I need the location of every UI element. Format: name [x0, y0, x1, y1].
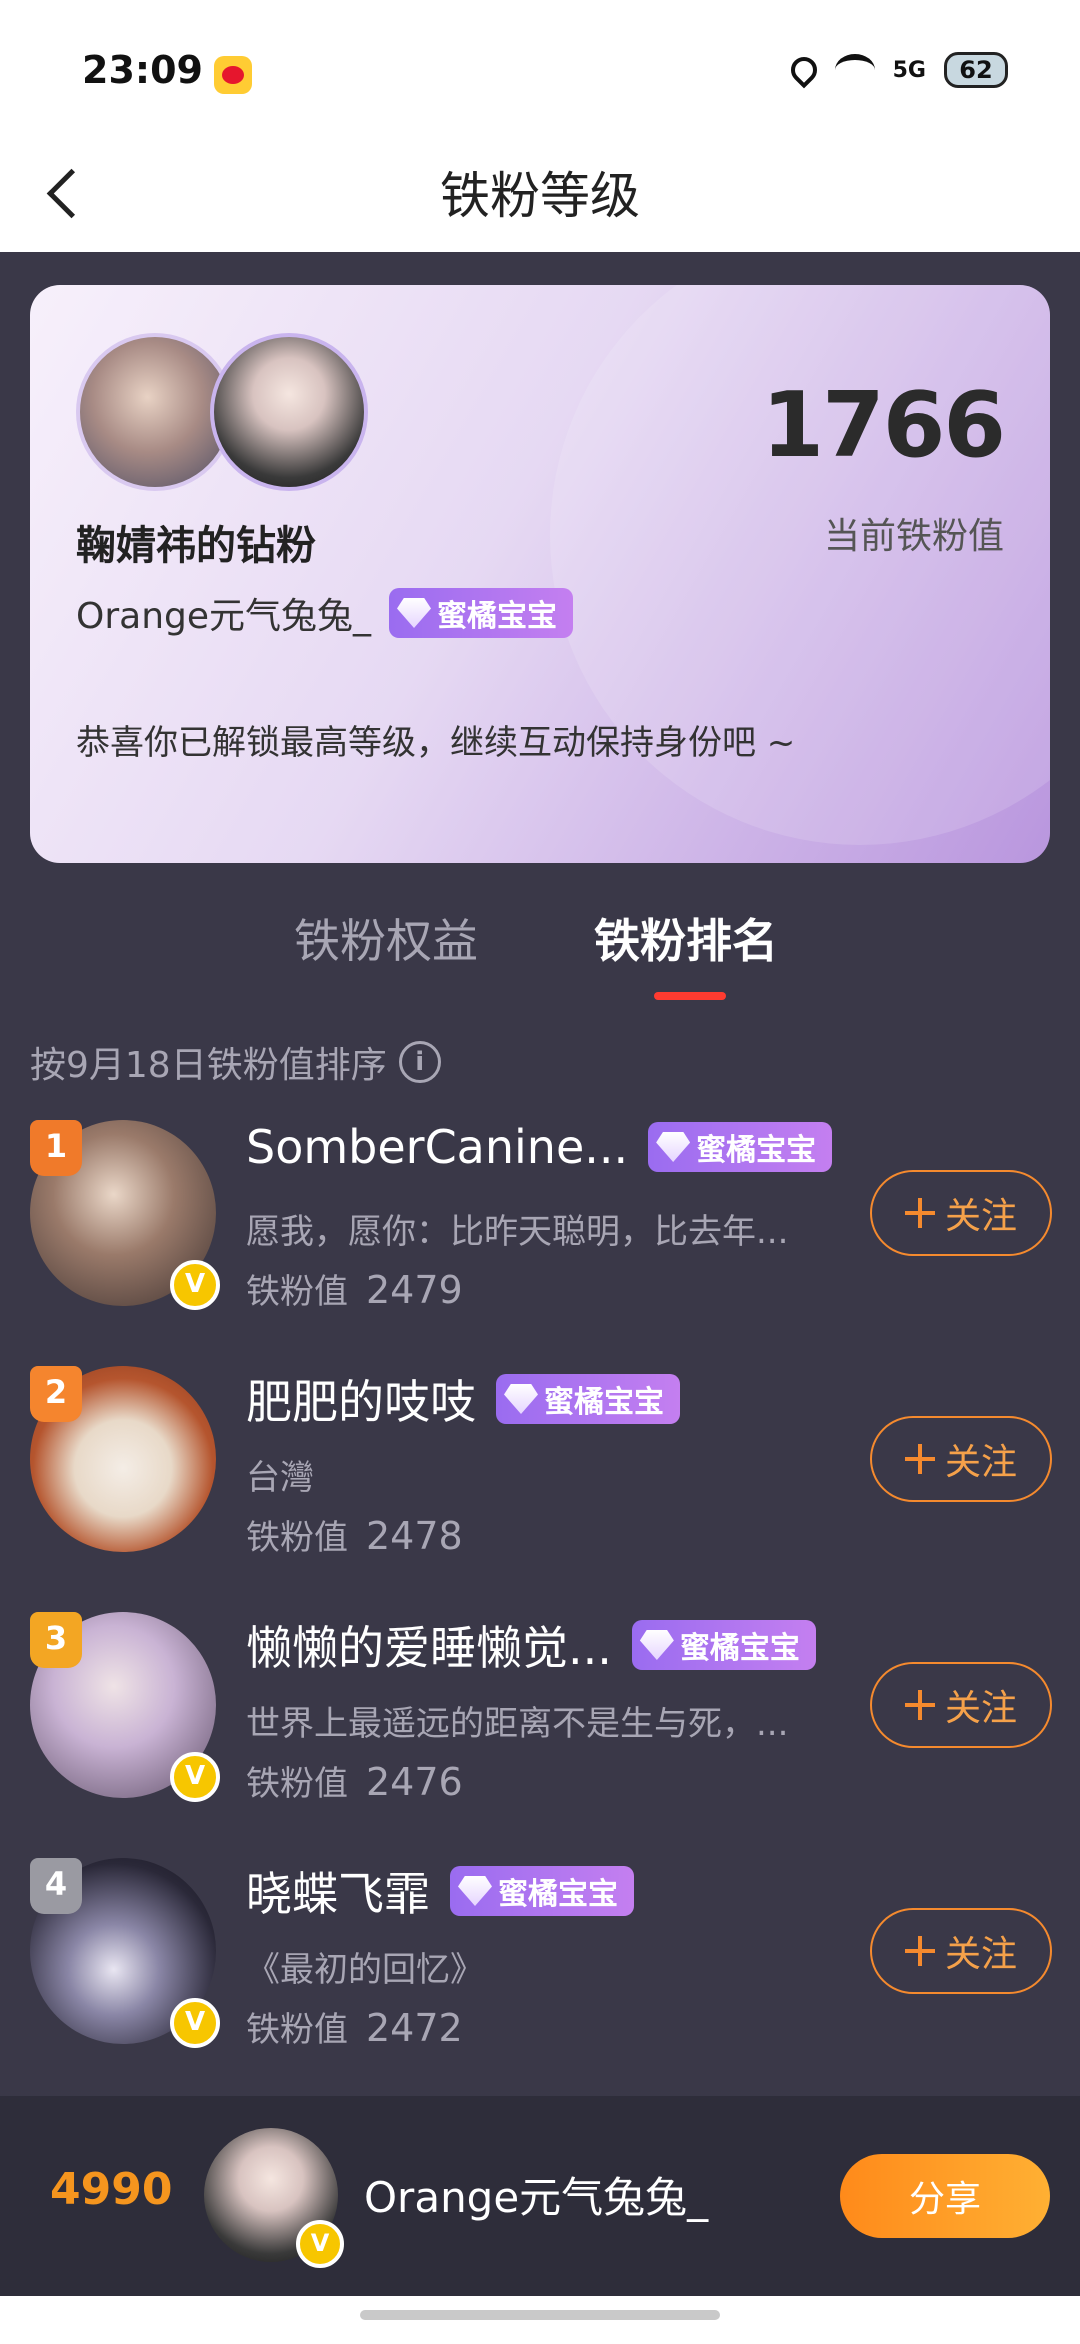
- location-icon: [785, 51, 823, 89]
- diamond-icon: [504, 1384, 538, 1414]
- fan-group-badge: 蜜橘宝宝: [631, 1620, 816, 1670]
- ranking-score-value: 2479: [366, 1268, 463, 1312]
- ranking-name-row: 晓蝶飞霏 蜜橘宝宝: [246, 1858, 634, 1924]
- diamond-icon: [397, 598, 432, 628]
- follow-button[interactable]: 关注: [870, 1662, 1052, 1748]
- verified-v-icon: V: [170, 1998, 220, 2048]
- ranking-name-row: SomberCanine... 蜜橘宝宝: [246, 1120, 833, 1174]
- fan-level-title: 鞠婧祎的钻粉: [76, 523, 316, 569]
- ranking-item[interactable]: 1 V SomberCanine... 蜜橘宝宝 愿我，愿你：比昨天聪明，比去年…: [0, 1120, 1080, 1350]
- weibo-notification-icon: [214, 56, 252, 94]
- fan-group-badge: 蜜橘宝宝: [496, 1374, 680, 1424]
- ranking-bio: 世界上最遥远的距离不是生与死，...: [246, 1704, 789, 1744]
- verified-v-icon: V: [170, 1752, 220, 1802]
- ranking-score-row: 铁粉值 2476: [246, 1756, 463, 1805]
- follow-button[interactable]: 关注: [870, 1908, 1052, 1994]
- fan-score-label: 当前铁粉值: [823, 516, 1004, 557]
- ranking-bio: 台灣: [246, 1458, 314, 1498]
- ranking-score-row: 铁粉值 2472: [246, 2002, 463, 2051]
- share-button[interactable]: 分享: [840, 2154, 1050, 2238]
- sort-text: 按9月18日铁粉值排序: [30, 1045, 387, 1086]
- my-rank-bar: 4990 V Orange元气兔兔_ 分享: [0, 2096, 1080, 2296]
- status-bar: 23:09 5G 62: [0, 0, 1080, 140]
- battery-icon: 62: [944, 52, 1008, 88]
- fan-group-badge-label: 蜜橘宝宝: [498, 1877, 618, 1912]
- sort-description: 按9月18日铁粉值排序 i: [30, 1036, 441, 1088]
- fan-group-badge: 蜜橘宝宝: [450, 1866, 634, 1916]
- follow-button[interactable]: 关注: [870, 1170, 1052, 1256]
- ranking-username[interactable]: 晓蝶飞霏: [246, 1858, 430, 1924]
- rank-medal-icon: 4: [30, 1858, 82, 1914]
- follow-button-label: 关注: [944, 1688, 1017, 1729]
- tab-fan-ranking[interactable]: 铁粉排名: [594, 905, 778, 971]
- verified-v-icon: V: [170, 1260, 220, 1310]
- info-icon[interactable]: i: [398, 1041, 441, 1083]
- follow-button[interactable]: 关注: [870, 1416, 1052, 1502]
- follow-button-label: 关注: [944, 1442, 1017, 1483]
- ranking-score-label: 铁粉值: [246, 1272, 348, 1312]
- ranking-item[interactable]: 3 V 懒懒的爱睡懒觉... 蜜橘宝宝 世界上最遥远的距离不是生与死，... 铁…: [0, 1612, 1080, 1842]
- ranking-score-label: 铁粉值: [246, 1518, 348, 1558]
- fan-group-badge-label: 蜜橘宝宝: [696, 1133, 817, 1168]
- fan-group-badge-label: 蜜橘宝宝: [679, 1631, 800, 1666]
- my-username: Orange元气兔兔_: [364, 2173, 709, 2222]
- diamond-icon: [458, 1876, 492, 1906]
- follow-button-label: 关注: [944, 1196, 1017, 1237]
- wifi-icon: [834, 54, 875, 86]
- ranking-name-row: 肥肥的吱吱 蜜橘宝宝: [246, 1366, 680, 1432]
- verified-v-icon: V: [296, 2220, 344, 2268]
- follow-button-label: 关注: [944, 1934, 1017, 1975]
- tab-fan-benefits[interactable]: 铁粉权益: [294, 905, 478, 971]
- ranking-score-value: 2476: [366, 1760, 463, 1804]
- idol-avatar[interactable]: [210, 333, 368, 491]
- ranking-bio: 愿我，愿你：比昨天聪明，比去年...: [246, 1212, 789, 1252]
- rank-medal-icon: 2: [30, 1366, 82, 1422]
- diamond-icon: [639, 1630, 674, 1660]
- active-tab-indicator: [654, 992, 726, 1000]
- congrats-message: 恭喜你已解锁最高等级，继续互动保持身份吧 ~: [76, 723, 796, 763]
- my-rank-score: 4990: [50, 2164, 173, 2215]
- ranking-score-value: 2478: [366, 1514, 463, 1558]
- card-user-row: Orange元气兔兔_ 蜜橘宝宝: [76, 587, 574, 639]
- plus-icon: [904, 1198, 935, 1228]
- home-indicator[interactable]: [360, 2310, 720, 2320]
- fan-group-badge-label: 蜜橘宝宝: [437, 599, 558, 634]
- system-navigation-area: [0, 2296, 1080, 2344]
- ranking-score-label: 铁粉值: [246, 2010, 348, 2050]
- ranking-username[interactable]: 肥肥的吱吱: [246, 1366, 476, 1432]
- plus-icon: [904, 1444, 935, 1474]
- fan-group-badge: 蜜橘宝宝: [389, 588, 574, 638]
- page-title: 铁粉等级: [440, 167, 640, 225]
- card-username: Orange元气兔兔_: [76, 596, 372, 637]
- rank-medal-icon: 1: [30, 1120, 82, 1176]
- plus-icon: [904, 1690, 935, 1720]
- ranking-score-row: 铁粉值 2479: [246, 1264, 463, 1313]
- ranking-item[interactable]: 2 肥肥的吱吱 蜜橘宝宝 台灣 铁粉值 2478 关注: [0, 1366, 1080, 1596]
- network-type-label: 5G: [892, 57, 926, 83]
- diamond-icon: [656, 1132, 691, 1162]
- ranking-name-row: 懒懒的爱睡懒觉... 蜜橘宝宝: [246, 1612, 816, 1678]
- ranking-score-row: 铁粉值 2478: [246, 1510, 463, 1559]
- fan-level-card: 鞠婧祎的钻粉 Orange元气兔兔_ 蜜橘宝宝 1766 当前铁粉值 恭喜你已解…: [30, 285, 1050, 863]
- fan-group-badge-label: 蜜橘宝宝: [544, 1385, 664, 1420]
- ranking-score-label: 铁粉值: [246, 1764, 348, 1804]
- fan-group-badge: 蜜橘宝宝: [648, 1122, 833, 1172]
- ranking-score-value: 2472: [366, 2006, 463, 2050]
- plus-icon: [904, 1936, 935, 1966]
- ranking-username[interactable]: SomberCanine...: [246, 1120, 628, 1174]
- status-icons: 5G 62: [785, 51, 1008, 89]
- ranking-username[interactable]: 懒懒的爱睡懒觉...: [246, 1612, 612, 1678]
- ranking-item[interactable]: 4 V 晓蝶飞霏 蜜橘宝宝 《最初的回忆》 铁粉值 2472 关注: [0, 1858, 1080, 2088]
- fan-score-value: 1766: [761, 373, 1006, 478]
- ranking-bio: 《最初的回忆》: [246, 1950, 484, 1990]
- rank-medal-icon: 3: [30, 1612, 82, 1668]
- status-time: 23:09: [82, 48, 203, 92]
- navigation-bar: 铁粉等级: [0, 140, 1080, 252]
